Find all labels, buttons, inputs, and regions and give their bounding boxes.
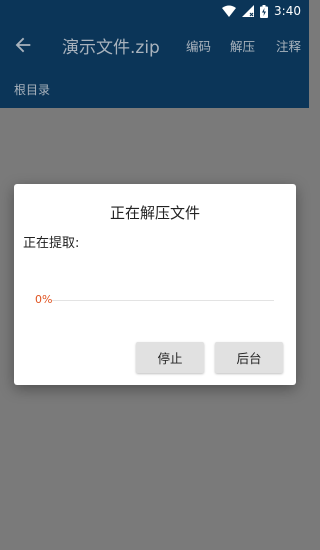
progress-percent: 0% [35, 293, 53, 306]
app-title: 演示文件.zip [62, 38, 160, 58]
breadcrumb-bar: 根目录 [0, 67, 309, 108]
comment-button[interactable]: 注释 [276, 36, 301, 55]
progress-bar [52, 300, 274, 301]
status-time: 3:40 [274, 4, 301, 18]
extracting-label: 正在提取: [23, 236, 80, 251]
app-bar: 演示文件.zip 编码 解压 注释 [0, 22, 309, 67]
back-arrow-icon[interactable] [12, 34, 34, 56]
battery-charging-icon [260, 4, 269, 18]
breadcrumb-root[interactable]: 根目录 [14, 81, 50, 98]
background-button[interactable]: 后台 [215, 342, 283, 373]
extract-dialog: 正在解压文件 正在提取: 0% 停止 后台 [14, 184, 296, 385]
extract-button[interactable]: 解压 [230, 36, 255, 55]
dialog-title: 正在解压文件 [109, 204, 200, 222]
wifi-icon [222, 5, 237, 17]
status-bar: 3:40 [0, 0, 309, 22]
encoding-button[interactable]: 编码 [186, 36, 211, 55]
stop-button[interactable]: 停止 [136, 342, 204, 373]
signal-icon [242, 5, 255, 17]
